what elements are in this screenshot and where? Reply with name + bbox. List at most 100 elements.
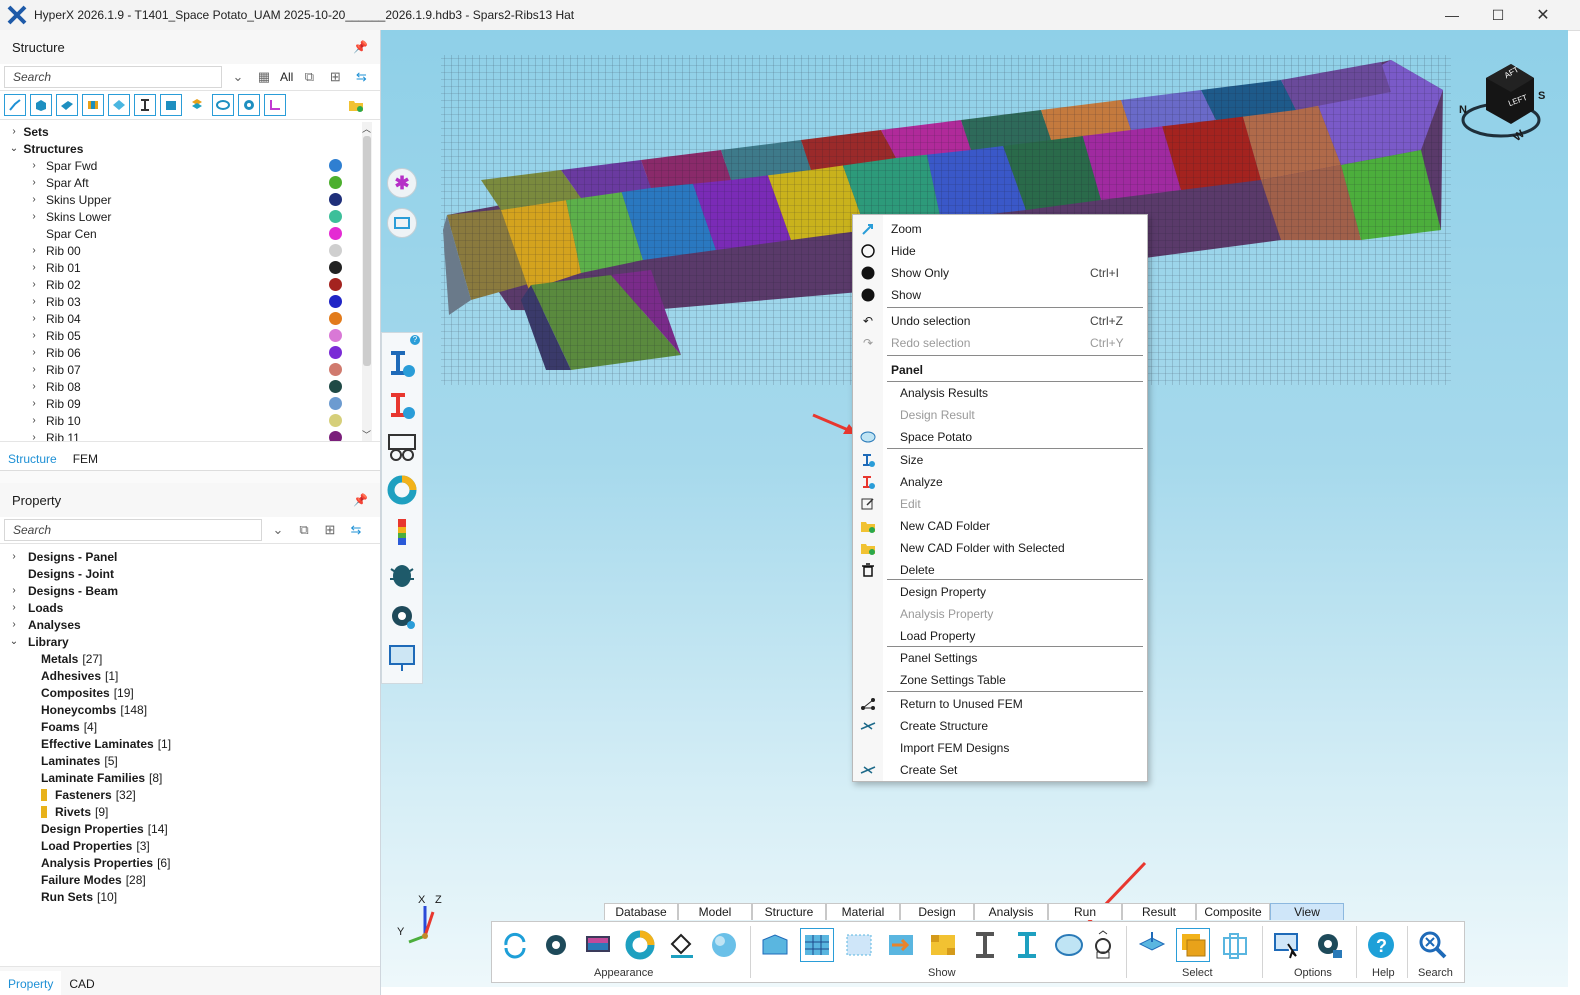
color-swatch[interactable] <box>329 380 342 393</box>
tab-fem[interactable]: FEM <box>65 448 106 470</box>
pointer-options-icon[interactable] <box>1270 928 1304 962</box>
color-swatch[interactable] <box>329 346 342 359</box>
menu-item-show-only[interactable]: Show Only Ctrl+I <box>853 263 1147 283</box>
tree-item-structure[interactable]: › Rib 00 <box>0 242 380 259</box>
settings-gear-icon[interactable] <box>385 599 419 633</box>
joint-filter-icon[interactable] <box>212 94 234 116</box>
help-question-icon[interactable]: ? <box>1364 928 1398 962</box>
tree-item-structures[interactable]: ⌄ Structures <box>0 140 380 157</box>
dotted-mesh-icon[interactable] <box>842 928 876 962</box>
menu-item-create-set[interactable]: Create Set <box>853 760 1147 780</box>
chevron-icon[interactable]: › <box>8 551 20 562</box>
ibeam-filter-icon[interactable] <box>134 94 156 116</box>
chevron-icon[interactable]: › <box>8 619 20 630</box>
nodes-filter-icon[interactable] <box>4 94 26 116</box>
solid-filter-icon[interactable] <box>30 94 52 116</box>
tab-composite[interactable]: Composite <box>1196 903 1270 920</box>
menu-item-panel-settings[interactable]: Panel Settings <box>853 648 1147 668</box>
tab-run[interactable]: Run <box>1048 903 1122 920</box>
layers-filter-icon[interactable] <box>186 94 208 116</box>
pin-icon[interactable]: 📌 <box>353 40 368 54</box>
library-item[interactable]: Adhesives [1] <box>0 667 380 684</box>
beam-filter-icon[interactable] <box>82 94 104 116</box>
sync-icon[interactable]: ⇆ <box>346 520 366 540</box>
color-swatch[interactable] <box>329 363 342 376</box>
library-item[interactable]: Foams [4] <box>0 718 380 735</box>
display-monitor-icon[interactable] <box>581 928 615 962</box>
astronaut-icon[interactable] <box>1089 928 1117 962</box>
tree-item-structure[interactable]: › Spar Fwd <box>0 157 380 174</box>
menu-item-analysis-property[interactable]: Analysis Property <box>853 604 1147 624</box>
tab-model[interactable]: Model <box>678 903 752 920</box>
menu-item-zoom[interactable]: Zoom <box>853 219 1147 239</box>
library-item[interactable]: Honeycombs [148] <box>0 701 380 718</box>
maximize-button-glyph[interactable]: ☐ <box>1475 0 1521 30</box>
color-swatch[interactable] <box>329 244 342 257</box>
all-filter-label[interactable]: All <box>280 67 293 87</box>
menu-item-import-fem-designs[interactable]: Import FEM Designs <box>853 738 1147 758</box>
tab-material[interactable]: Material <box>826 903 900 920</box>
tab-cad[interactable]: CAD <box>61 973 102 995</box>
select-frame-icon[interactable] <box>1218 928 1252 962</box>
tab-design[interactable]: Design <box>900 903 974 920</box>
chevron-right-icon[interactable]: › <box>28 194 40 205</box>
tab-property[interactable]: Property <box>0 971 62 995</box>
menu-item-space-potato[interactable]: Space Potato <box>853 427 1147 447</box>
menu-item-redo-selection[interactable]: ↷ Redo selection Ctrl+Y <box>853 333 1147 353</box>
menu-item-design-property[interactable]: Design Property <box>853 582 1147 602</box>
cube-filter-icon[interactable]: ▦ <box>254 67 274 87</box>
color-swatch[interactable] <box>329 278 342 291</box>
glasses-icon[interactable] <box>385 431 419 465</box>
tree-item-structure[interactable]: › Skins Upper <box>0 191 380 208</box>
collapse-all-icon[interactable]: ⧉ <box>299 67 319 87</box>
property-tree-item[interactable]: › Analyses <box>0 616 380 633</box>
collapse-all-icon[interactable]: ⧉ <box>294 520 314 540</box>
ibeam-show-icon[interactable] <box>968 928 1002 962</box>
tree-item-structure[interactable]: › Rib 05 <box>0 327 380 344</box>
tree-item-structure[interactable]: › Rib 04 <box>0 310 380 327</box>
library-item[interactable]: Load Properties [3] <box>0 837 380 854</box>
size-run-icon[interactable] <box>385 347 419 381</box>
chevron-icon[interactable]: ⌄ <box>8 636 20 647</box>
library-item[interactable]: Laminate Families [8] <box>0 769 380 786</box>
menu-item-analyze[interactable]: Analyze <box>853 472 1147 492</box>
color-swatch[interactable] <box>329 295 342 308</box>
color-swatch[interactable] <box>329 227 342 240</box>
minimize-button-glyph[interactable]: — <box>1429 0 1475 30</box>
appearance-settings-icon[interactable] <box>539 928 573 962</box>
tree-item-sets[interactable]: › Sets <box>0 123 380 140</box>
chevron-right-icon[interactable]: › <box>28 279 40 290</box>
chevron-right-icon[interactable]: › <box>28 296 40 307</box>
chevron-right-icon[interactable]: › <box>28 347 40 358</box>
space-potato-show-icon[interactable] <box>1052 928 1086 962</box>
tree-item-structure[interactable]: › Rib 06 <box>0 344 380 361</box>
box-filter-icon[interactable] <box>160 94 182 116</box>
property-tree-item[interactable]: › Designs - Beam <box>0 582 380 599</box>
menu-item-design-result[interactable]: Design Result <box>853 405 1147 425</box>
tab-structure[interactable]: Structure <box>0 446 65 470</box>
presentation-icon[interactable] <box>385 641 419 675</box>
library-item[interactable]: Laminates [5] <box>0 752 380 769</box>
chevron-right-icon[interactable]: › <box>28 262 40 273</box>
library-item[interactable]: Metals [27] <box>0 650 380 667</box>
menu-item-size[interactable]: Size <box>853 450 1147 470</box>
refresh-icon[interactable] <box>498 928 532 962</box>
tree-view-icon[interactable]: ⊞ <box>325 67 345 87</box>
color-swatch[interactable] <box>329 414 342 427</box>
sync-icon[interactable]: ⇆ <box>351 67 371 87</box>
library-item[interactable]: Failure Modes [28] <box>0 871 380 888</box>
ibeam-color-show-icon[interactable] <box>1010 928 1044 962</box>
view-cube[interactable]: AFT LEFT N W S <box>1456 60 1546 150</box>
tree-item-structure[interactable]: › Rib 09 <box>0 395 380 412</box>
chevron-right-icon[interactable]: › <box>28 432 40 441</box>
chevron-right-icon[interactable]: › <box>28 398 40 409</box>
menu-item-analysis-results[interactable]: Analysis Results <box>853 383 1147 403</box>
menu-item-delete[interactable]: Delete <box>853 560 1147 580</box>
tree-item-structure[interactable]: › Rib 07 <box>0 361 380 378</box>
color-scale-icon[interactable] <box>385 515 419 549</box>
menu-item-undo-selection[interactable]: ↶ Undo selection Ctrl+Z <box>853 311 1147 331</box>
tree-item-structure[interactable]: Spar Cen <box>0 225 380 242</box>
checker-show-icon[interactable] <box>926 928 960 962</box>
color-swatch[interactable] <box>329 312 342 325</box>
panel-filter-icon[interactable] <box>108 94 130 116</box>
